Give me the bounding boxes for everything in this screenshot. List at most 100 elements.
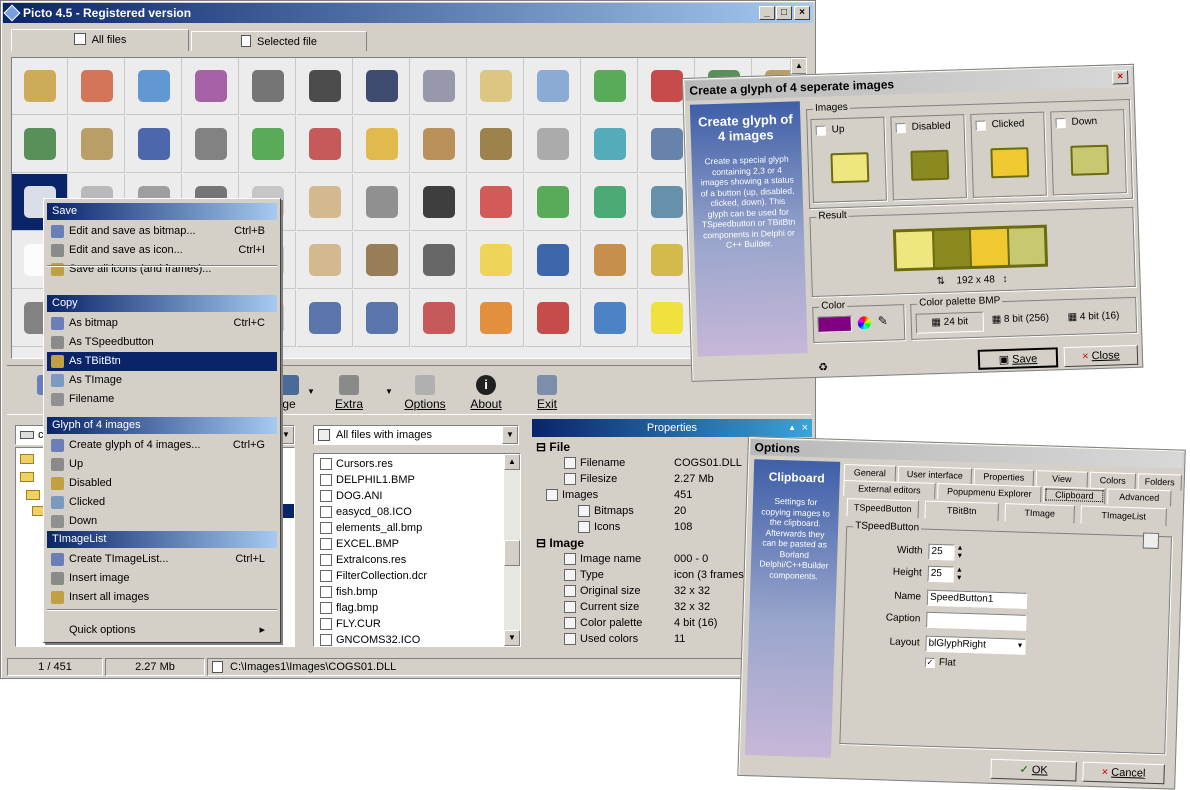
options-subtab[interactable]: TSpeedButton	[846, 498, 920, 519]
recycle-icon[interactable]: ♻	[818, 361, 828, 374]
grid-cell[interactable]	[126, 58, 182, 115]
grid-cell[interactable]	[297, 174, 353, 231]
file-list-item[interactable]: flag.bmp	[318, 600, 378, 616]
grid-cell[interactable]	[240, 58, 296, 115]
menu-item[interactable]: As bitmap Ctrl+C	[47, 314, 277, 333]
options-subtab[interactable]: TBitBtn	[924, 500, 1000, 521]
state-checkbox[interactable]	[815, 125, 826, 136]
grid-cell[interactable]	[468, 290, 524, 347]
eyedropper-icon[interactable]: ✎	[878, 314, 888, 328]
palette-24bit-button[interactable]: ▦ 24 bit	[915, 311, 985, 334]
menu-item[interactable]: Save all icons (and frames)...	[47, 260, 277, 279]
grid-cell[interactable]	[12, 58, 68, 115]
color-wheel-icon[interactable]	[857, 316, 871, 330]
copy-clipboard-icon[interactable]	[1142, 532, 1160, 549]
options-tab[interactable]: Clipboard	[1043, 486, 1106, 505]
grid-cell[interactable]	[411, 232, 467, 289]
menu-item[interactable]: As TSpeedbutton	[47, 333, 277, 352]
menu-item[interactable]: As TImage	[47, 371, 277, 390]
options-tab[interactable]: Popupmenu Explorer	[937, 482, 1042, 503]
file-scroll-down[interactable]: ▼	[504, 630, 520, 646]
grid-cell[interactable]	[468, 58, 524, 115]
menu-item[interactable]: Disabled	[47, 474, 277, 493]
grid-cell[interactable]	[354, 116, 410, 173]
grid-cell[interactable]	[297, 232, 353, 289]
options-tab[interactable]: General	[843, 464, 897, 482]
toolbar-extra-dropdown-arrow[interactable]: ▼	[385, 387, 393, 396]
menu-item[interactable]: Filename	[47, 390, 277, 409]
layout-select[interactable]: blGlyphRight ▼	[925, 635, 1026, 655]
file-list-scrollbar[interactable]: ▲ ▼	[504, 454, 520, 646]
file-list-item[interactable]: GNCOMS32.ICO	[318, 632, 420, 646]
file-section-header[interactable]: ⊟ File	[536, 439, 570, 455]
menu-item[interactable]: Edit and save as icon... Ctrl+I	[47, 241, 277, 260]
folder-icon[interactable]	[830, 152, 870, 184]
grid-cell[interactable]	[183, 116, 239, 173]
toolbar-image-dropdown-arrow[interactable]: ▼	[307, 387, 315, 396]
scroll-up-button[interactable]: ▲	[791, 58, 806, 74]
image-section-header[interactable]: ⊟ Image	[536, 535, 584, 551]
grid-cell[interactable]	[639, 290, 695, 347]
toolbar-exit-button[interactable]: Exit	[521, 375, 573, 411]
file-list-item[interactable]: EXCEL.BMP	[318, 536, 399, 552]
toolbar-extra-button[interactable]: Extra	[323, 375, 375, 411]
grid-cell[interactable]	[582, 58, 638, 115]
grid-cell[interactable]	[354, 232, 410, 289]
grid-cell[interactable]	[297, 58, 353, 115]
options-tab[interactable]: Colors	[1089, 471, 1137, 490]
grid-cell[interactable]	[525, 232, 581, 289]
maximize-button[interactable]: □	[776, 6, 792, 20]
grid-cell[interactable]	[411, 290, 467, 347]
color-swatch[interactable]	[817, 315, 853, 333]
grid-cell[interactable]	[525, 174, 581, 231]
toolbar-about-button[interactable]: i About	[460, 375, 512, 411]
grid-cell[interactable]	[582, 116, 638, 173]
file-list-item[interactable]: ExtraIcons.res	[318, 552, 406, 568]
folder-icon[interactable]	[990, 147, 1030, 179]
properties-close-icon[interactable]: ×	[802, 419, 808, 437]
grid-cell[interactable]	[468, 174, 524, 231]
tab-selected-file[interactable]: Selected file	[191, 31, 367, 51]
grid-cell[interactable]	[525, 58, 581, 115]
minimize-button[interactable]: _	[759, 6, 775, 20]
file-list-item[interactable]: FLY.CUR	[318, 616, 381, 632]
options-cancel-button[interactable]: × Cancel	[1082, 761, 1165, 785]
palette-8bit-button[interactable]: ▦ 8 bit (256)	[992, 313, 1050, 326]
caption-field[interactable]	[926, 611, 1027, 631]
width-field[interactable]: 25	[928, 543, 955, 561]
file-list-item[interactable]: DELPHIL1.BMP	[318, 472, 415, 488]
file-list-item[interactable]: easycd_08.ICO	[318, 504, 412, 520]
options-tab[interactable]: External editors	[843, 480, 936, 499]
filter-dropdown-button[interactable]: ▼	[502, 426, 518, 444]
options-tab[interactable]: Properties	[973, 468, 1035, 486]
grid-cell[interactable]	[297, 290, 353, 347]
grid-cell[interactable]	[411, 58, 467, 115]
menu-item-quick-options[interactable]: Quick options ▸	[47, 621, 277, 640]
grid-cell[interactable]	[354, 58, 410, 115]
state-checkbox[interactable]	[1055, 117, 1066, 129]
tab-all-files[interactable]: All files	[11, 29, 189, 51]
grid-cell[interactable]	[411, 116, 467, 173]
flat-checkbox[interactable]: ✓	[924, 657, 936, 668]
name-field[interactable]: SpeedButton1	[926, 589, 1028, 609]
menu-item[interactable]: Up	[47, 455, 277, 474]
menu-item[interactable]: Create glyph of 4 images... Ctrl+G	[47, 436, 277, 455]
menu-item[interactable]: Edit and save as bitmap... Ctrl+B	[47, 222, 277, 241]
menu-item[interactable]: Insert all images	[47, 588, 277, 607]
filter-select[interactable]: All files with images ▼	[313, 425, 519, 445]
grid-cell[interactable]	[468, 116, 524, 173]
options-tab[interactable]: Folders	[1137, 473, 1183, 491]
grid-cell[interactable]	[582, 290, 638, 347]
menu-item[interactable]: Create TImageList... Ctrl+L	[47, 550, 277, 569]
folder-icon[interactable]	[910, 149, 950, 181]
grid-cell[interactable]	[354, 174, 410, 231]
file-scroll-thumb[interactable]	[504, 540, 520, 566]
grid-cell[interactable]	[240, 116, 296, 173]
grid-cell[interactable]	[525, 290, 581, 347]
options-tab[interactable]: View	[1035, 470, 1089, 488]
glyph-close-button[interactable]: ×	[1111, 69, 1129, 85]
grid-cell[interactable]	[354, 290, 410, 347]
grid-cell[interactable]	[12, 116, 68, 173]
menu-item[interactable]: Clicked	[47, 493, 277, 512]
options-ok-button[interactable]: ✓ OK	[990, 758, 1077, 782]
